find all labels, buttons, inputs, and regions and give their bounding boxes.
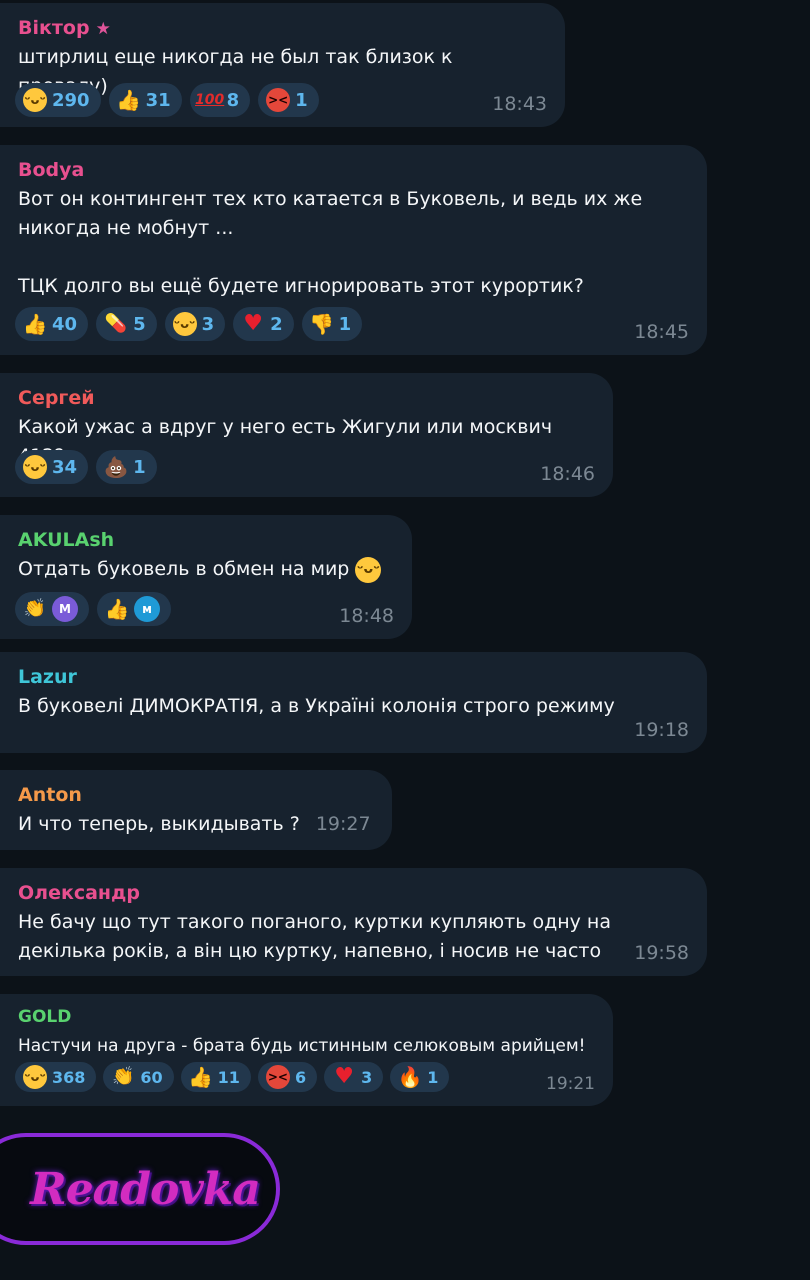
thumbs-up-icon: 👍 [104,597,130,621]
message-time: 18:43 [492,93,547,115]
star-icon: ★ [95,19,111,39]
message-time: 18:48 [339,605,394,627]
message-bubble[interactable]: GOLD Настучи на друга - брата будь истин… [0,994,613,1106]
message-author[interactable]: Віктор [18,15,90,41]
clapping-hands-icon: 👏 [112,1066,135,1087]
reaction-chip[interactable]: 👍 40 [15,307,89,341]
readovka-logo: Readovka [0,1133,280,1245]
thumbs-up-icon: 👍 [116,88,142,112]
message-author[interactable]: Anton [18,782,372,808]
reaction-chip[interactable]: ♥ 3 [324,1062,384,1092]
message-bubble[interactable]: Anton И что теперь, выкидывать ? 19:27 [0,770,392,850]
reaction-chip[interactable]: 👍 11 [180,1062,251,1092]
message-bubble[interactable]: Сергей Какой ужас а вдруг у него есть Жи… [0,373,613,497]
message-text: Вот он контингент тех кто катается в Бук… [18,188,643,297]
avatar: М [52,596,78,622]
grinning-face-icon: ᵕᴗᵕ [23,1065,47,1089]
pile-of-poo-icon: 💩 [103,455,129,479]
grinning-face-icon: ᵕᴗᵕ [23,455,47,479]
reaction-chip[interactable]: ♥ 2 [233,307,294,341]
message-author[interactable]: Bodya [18,157,687,183]
message-author[interactable]: Сергей [18,385,593,411]
message-author[interactable]: GOLD [18,1004,593,1030]
reaction-chip[interactable]: 👎 1 [301,307,363,341]
message-bubble[interactable]: Віктор ★ штирлиц еще никогда не был так б… [0,3,565,127]
message-author[interactable]: Олександр [18,880,687,906]
message-time: 19:21 [546,1074,595,1094]
message-time: 19:18 [634,719,689,741]
message-bubble[interactable]: AKULAsh Отдать буковель в обмен на мир ᵕᴗ… [0,515,412,639]
red-heart-icon: ♥ [243,311,263,336]
message-text: Не бачу що тут такого поганого, куртки к… [18,911,611,962]
message-bubble[interactable]: Bodya Вот он контингент тех кто катается… [0,145,707,355]
message-text: В буковелі ДИМОКРАТІЯ, а в Україні колон… [18,695,615,717]
reaction-chip[interactable]: ᵕᴗᵕ 368 [15,1062,97,1092]
grinning-face-icon: ᵕᴗᵕ [355,556,382,583]
reaction-chip[interactable]: ᵕᴗᵕ 290 [15,83,101,117]
logo-wordmark: Readovka [30,1163,261,1215]
reaction-chip[interactable]: 🔥 1 [390,1062,450,1092]
reaction-chip[interactable]: 👏 60 [103,1062,174,1092]
reaction-chip[interactable]: 💊 5 [96,307,157,341]
grinning-face-icon: ᵕᴗᵕ [172,312,197,336]
reaction-chip[interactable]: 👍 м [97,592,171,626]
fire-icon: 🔥 [397,1065,423,1089]
grinning-face-icon: ᵕᴗᵕ [23,88,47,112]
message-text: Отдать буковель в обмен на мир ᵕᴗᵕ [18,555,392,584]
thumbs-up-icon: 👍 [22,312,48,336]
thumbs-up-icon: 👍 [188,1065,214,1089]
thumbs-down-icon: 👎 [309,312,335,336]
reactions-bar: ᵕᴗᵕ 368 👏 60 👍 11 >< 6 ♥ 3 🔥 1 [15,1062,450,1092]
clapping-hands-icon: 👏 [23,598,47,619]
reaction-chip[interactable]: 💩 1 [96,450,157,484]
angry-face-icon: >< [266,88,291,112]
reaction-chip[interactable]: 👍 31 [108,83,182,117]
hundred-points-icon: 100 [195,92,225,108]
pill-icon: 💊 [104,313,128,334]
reaction-chip[interactable]: >< 6 [257,1062,318,1092]
message-time: 18:46 [540,463,595,485]
reactions-bar: ᵕᴗᵕ 34 💩 1 [15,450,157,484]
message-author[interactable]: AKULAsh [18,527,392,553]
message-bubble[interactable]: Lazur В буковелі ДИМОКРАТІЯ, а в Україні… [0,652,707,753]
message-time: 19:27 [315,813,371,835]
reaction-chip[interactable]: 👏 М [15,592,89,626]
message-author[interactable]: Lazur [18,664,687,690]
message-text: Настучи на друга - брата будь истинным с… [18,1036,586,1056]
avatar: м [134,596,160,622]
reactions-bar: ᵕᴗᵕ 290 👍 31 100 8 >< 1 [15,83,319,117]
message-time: 19:58 [634,942,689,964]
reactions-bar: 👍 40 💊 5 ᵕᴗᵕ 3 ♥ 2 👎 1 [15,307,363,341]
reaction-chip[interactable]: 100 8 [189,83,251,117]
angry-face-icon: >< [265,1065,290,1089]
message-text: И что теперь, выкидывать ? 19:27 [18,813,371,835]
reaction-chip[interactable]: ᵕᴗᵕ 34 [15,450,89,484]
message-bubble[interactable]: Олександр Не бачу що тут такого поганого… [0,868,707,976]
reaction-chip[interactable]: ᵕᴗᵕ 3 [164,307,226,341]
reactions-bar: 👏 М 👍 м [15,592,171,626]
reaction-chip[interactable]: >< 1 [258,83,319,117]
red-heart-icon: ♥ [334,1064,354,1089]
message-time: 18:45 [634,321,689,343]
